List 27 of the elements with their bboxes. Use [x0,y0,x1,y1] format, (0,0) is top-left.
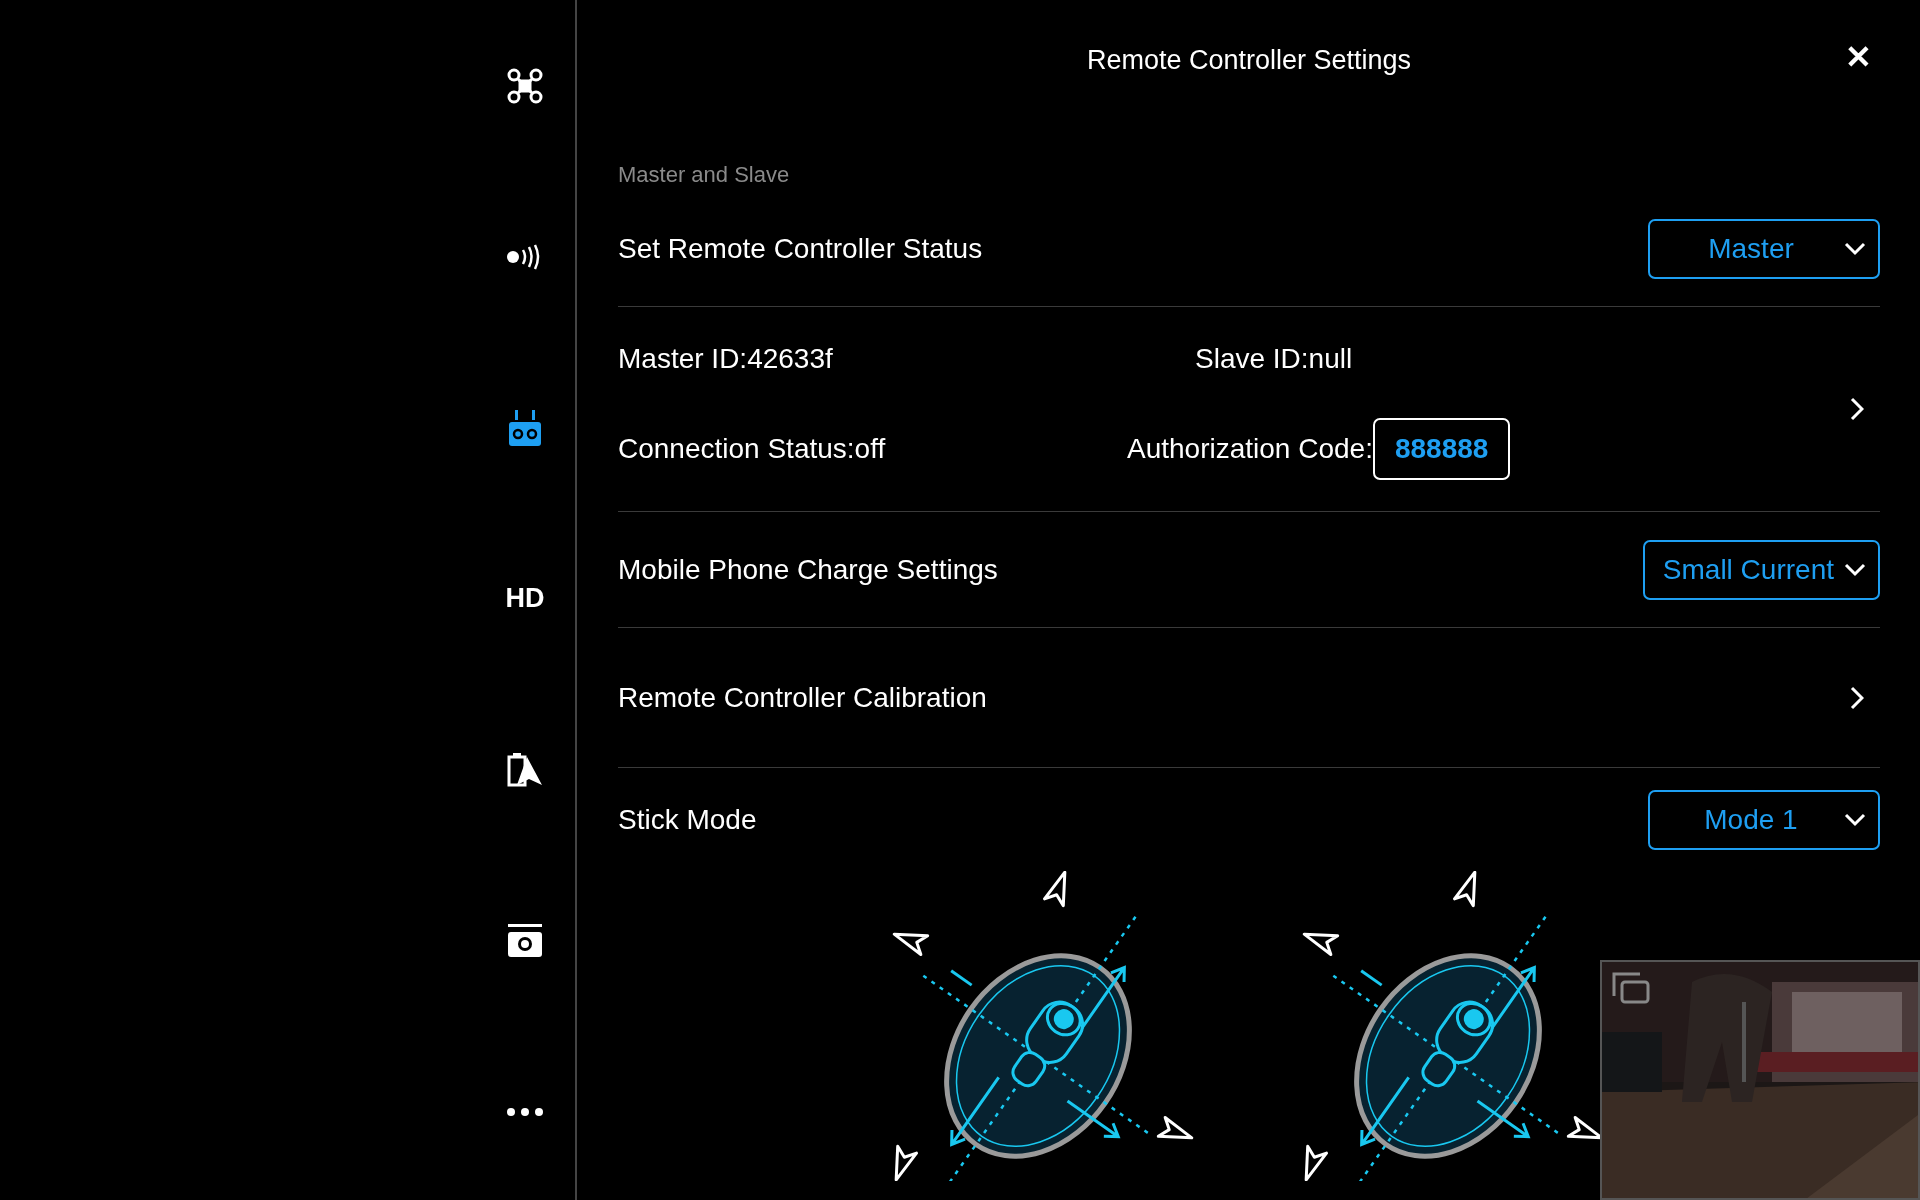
info-text: Slave ID:null [1195,342,1353,376]
dropdown-select[interactable]: Small Current [1642,539,1880,600]
section-heading: Master and Slave [618,161,791,189]
caret-icon [1844,562,1866,577]
caret-icon [1844,241,1866,256]
chevron-right-icon[interactable] [1850,685,1864,710]
setting-label: Set Remote Controller Status [618,231,983,266]
remote-controller-icon[interactable] [508,409,542,446]
info-text: Authorization Code: [1127,432,1373,466]
more-icon[interactable] [507,1107,543,1116]
setting-label[interactable]: Remote Controller Calibration [618,676,987,719]
info-text: Connection Status:off [618,432,887,466]
drone-icon[interactable] [506,66,544,105]
info-text: Master ID:42633f [618,342,834,376]
dropdown-select[interactable]: Master [1648,218,1880,279]
sidebar-tab[interactable]: HD [505,578,545,619]
panel-title: Remote Controller Settings [1086,43,1412,77]
camera-icon[interactable] [507,923,543,958]
window-switch-icon[interactable] [1610,970,1652,1006]
battery-plane-icon[interactable] [507,752,543,787]
setting-label: Stick Mode [618,802,757,837]
setting-label: Mobile Phone Charge Settings [618,552,998,587]
close-button[interactable]: ✕ [1839,40,1878,74]
caret-icon [1844,812,1866,827]
authorization-code: 888888 [1372,418,1511,480]
chevron-right-icon[interactable] [1850,397,1864,421]
dropdown-select[interactable]: Mode 1 [1648,789,1880,850]
